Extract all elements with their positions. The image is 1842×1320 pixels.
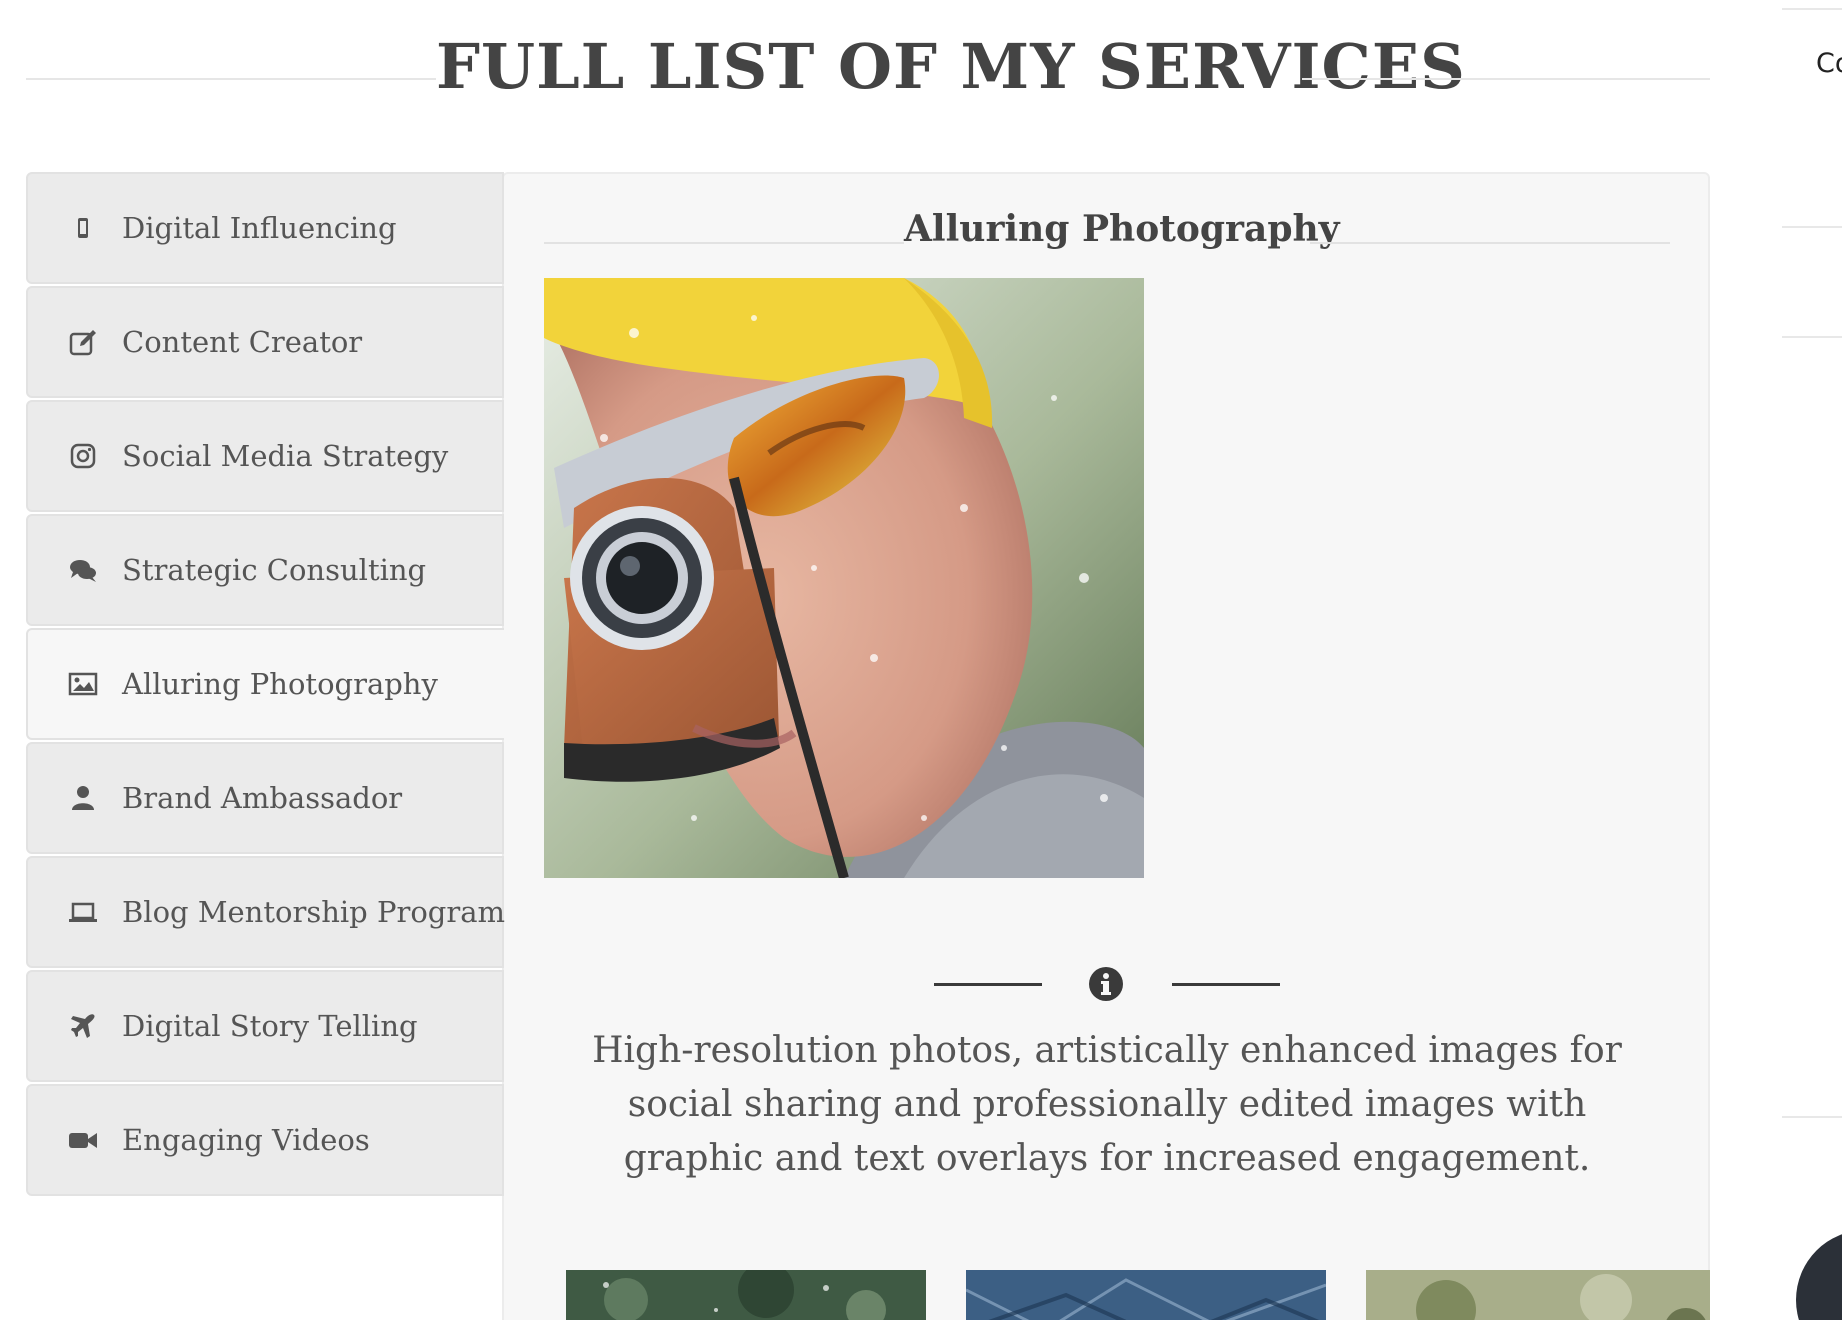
tab-label: Social Media Strategy [122,439,449,473]
plane-icon [66,1009,100,1043]
header-divider-right [1302,78,1710,80]
tab-blog-mentorship-program[interactable]: Blog Mentorship Program [26,856,506,968]
laptop-icon [66,895,100,929]
tab-label: Digital Story Telling [122,1009,418,1043]
header-divider-left [26,78,436,80]
tab-label: Digital Influencing [122,211,397,245]
tab-label: Brand Ambassador [122,781,403,815]
tab-social-media-strategy[interactable]: Social Media Strategy [26,400,504,512]
tab-label: Content Creator [122,325,363,359]
content-title-block: Alluring Photography [544,208,1670,264]
tab-alluring-photography[interactable]: Alluring Photography [26,628,504,740]
tab-digital-influencing[interactable]: Digital Influencing [26,172,504,284]
info-divider-line-left [934,983,1042,986]
service-content-panel: Alluring Photography High-resolution pho… [502,172,1710,1320]
edit-icon [66,325,100,359]
tab-label: Alluring Photography [122,667,438,701]
tab-content-creator[interactable]: Content Creator [26,286,504,398]
sidebar-divider [1782,336,1842,338]
sidebar-partial-text: Co [1816,48,1842,79]
content-title: Alluring Photography [904,208,1340,250]
instagram-icon [66,439,100,473]
tab-brand-ambassador[interactable]: Brand Ambassador [26,742,504,854]
gallery-thumbnail[interactable] [566,1270,926,1320]
info-divider [934,964,1280,1004]
info-circle-icon [1089,967,1123,1001]
page-header: FULL LIST OF MY SERVICES [26,30,1710,110]
sidebar-divider [1782,226,1842,228]
sidebar-divider [1782,1116,1842,1118]
comments-icon [66,553,100,587]
tab-label: Strategic Consulting [122,553,427,587]
services-tabs: Alluring Photography High-resolution pho… [26,172,1710,1320]
user-icon [66,781,100,815]
mobile-icon [66,211,100,245]
tab-label: Engaging Videos [122,1123,370,1157]
feature-photo [544,278,1144,878]
tab-label: Blog Mentorship Program [122,895,506,929]
avatar-partial [1796,1230,1842,1320]
tab-strategic-consulting[interactable]: Strategic Consulting [26,514,504,626]
page-title: FULL LIST OF MY SERVICES [436,30,1466,103]
tab-digital-story-telling[interactable]: Digital Story Telling [26,970,504,1082]
service-description: High-resolution photos, artistically enh… [592,1030,1622,1179]
gallery-thumbnail[interactable] [966,1270,1326,1320]
video-camera-icon [66,1123,100,1157]
right-sidebar-partial: Co [1782,0,1842,1320]
sidebar-divider [1782,8,1842,10]
tab-engaging-videos[interactable]: Engaging Videos [26,1084,504,1196]
content-title-divider-left [544,242,904,244]
image-icon [66,667,100,701]
content-title-divider-right [1310,242,1670,244]
gallery-thumbnail[interactable] [1366,1270,1710,1320]
info-divider-line-right [1172,983,1280,986]
